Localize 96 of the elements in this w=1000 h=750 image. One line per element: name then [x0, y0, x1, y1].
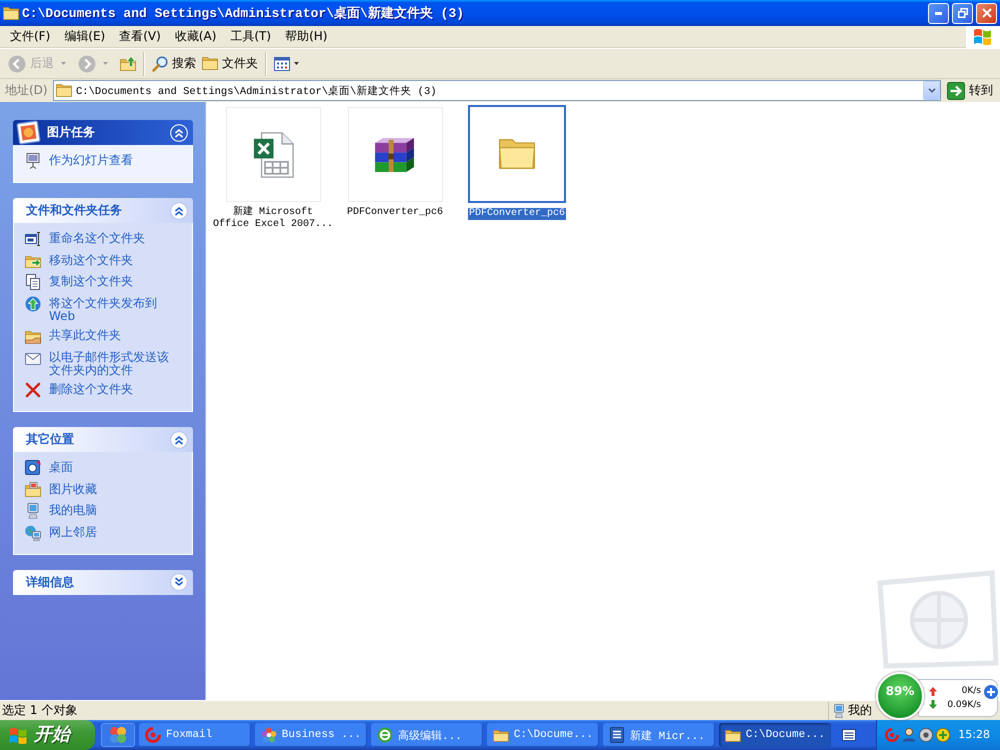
task-link[interactable]: 我的电脑 [25, 504, 184, 519]
task-link[interactable]: 移动这个文件夹 [25, 254, 184, 268]
document-icon [609, 727, 625, 743]
window-cursor-icon [25, 231, 41, 247]
minimize-button[interactable] [928, 2, 949, 24]
go-button[interactable]: 转到 [945, 82, 998, 100]
computer-icon [25, 503, 41, 519]
arrow-right-icon [947, 82, 965, 100]
task-link[interactable]: 网上邻居 [25, 526, 184, 540]
documents-icon [25, 274, 41, 290]
section-header[interactable]: 其它位置 [13, 427, 193, 452]
four-circle-icon [109, 726, 127, 744]
close-button[interactable] [976, 2, 997, 24]
file-thumbnail[interactable] [468, 105, 566, 203]
computer-icon [832, 704, 846, 718]
taskbar-button[interactable]: Business ... [255, 723, 367, 747]
folder-icon [56, 84, 72, 97]
task-link[interactable]: 共享此文件夹 [25, 329, 184, 344]
chevron-down-icon [928, 88, 936, 93]
restore-button[interactable] [952, 2, 973, 24]
restore-icon [958, 8, 968, 18]
collapse-icon [170, 202, 188, 220]
flag-icon [8, 726, 28, 744]
download-speed-text: 0.09K/s [947, 700, 981, 710]
window-list-icon[interactable] [842, 729, 856, 741]
cross-icon [25, 382, 41, 398]
person-icon[interactable] [902, 728, 916, 742]
desktop-icon [25, 460, 41, 476]
menu-item[interactable]: 帮助(H) [278, 26, 334, 47]
status-text: 选定 1 个对象 [2, 703, 78, 718]
task-link[interactable]: 以电子邮件形式发送该文件夹内的文件 [25, 350, 184, 376]
task-link[interactable]: 重命名这个文件夹 [25, 232, 184, 247]
taskbar-button[interactable]: C:\Docume... [487, 723, 599, 747]
swirl-icon [145, 727, 161, 743]
expand-icon [170, 573, 188, 591]
menu-item[interactable]: 文件(F) [3, 26, 58, 47]
clock: 15:28 [958, 728, 991, 742]
search-icon [152, 56, 168, 72]
file-name[interactable]: 新建 Microsoft Office Excel 2007... [211, 207, 335, 231]
address-label: 地址(D) [5, 83, 49, 98]
collapse-icon [170, 430, 188, 448]
network-computer-icon [25, 524, 41, 540]
stacked-books-icon [374, 136, 416, 172]
up-folder-button[interactable] [117, 54, 139, 74]
taskbar-button[interactable]: C:\Docume... [719, 723, 831, 747]
file-name[interactable]: PDFConverter_pc6 [468, 208, 566, 220]
file-name[interactable]: PDFConverter_pc6 [346, 207, 444, 219]
folder-icon [202, 56, 218, 70]
start-button[interactable]: 开始 [0, 720, 95, 750]
folder-icon [725, 727, 741, 743]
upload-speed-text: 0K/s [962, 686, 981, 696]
menu-item[interactable]: 收藏(A) [168, 26, 224, 47]
forward-icon [78, 54, 96, 72]
disc-icon[interactable] [919, 728, 933, 742]
section-header[interactable]: 图片任务 [13, 120, 193, 145]
plus-circle-icon[interactable] [936, 728, 950, 742]
task-link[interactable]: 将这个文件夹发布到 Web [25, 296, 184, 322]
window-title: C:\Documents and Settings\Administrator\桌面\新建文件夹 (3) [22, 4, 466, 22]
ring-icon [377, 727, 393, 743]
spreadsheet-file-icon [252, 132, 294, 178]
section-header[interactable]: 文件和文件夹任务 [13, 198, 193, 223]
task-link[interactable]: 删除这个文件夹 [25, 383, 184, 398]
menu-item[interactable]: 编辑(E) [57, 26, 112, 47]
address-field[interactable]: C:\Documents and Settings\Administrator\桌面\新建文件夹 (3) [53, 80, 941, 101]
search-button[interactable]: 搜索 [149, 54, 199, 74]
back-icon [8, 54, 26, 72]
collapse-icon [170, 124, 188, 142]
menu-item[interactable]: 工具(T) [223, 26, 278, 47]
minimize-icon [935, 12, 942, 14]
folder-icon [493, 727, 509, 743]
taskbar-button[interactable]: 高级编辑... [371, 723, 483, 747]
menu-item[interactable]: 查看(V) [112, 26, 168, 47]
folder-up-arrow-icon [120, 56, 136, 72]
projector-screen-icon [25, 153, 41, 169]
flower-icon [261, 727, 277, 743]
taskbar-button[interactable]: 新建 Micr... [603, 723, 715, 747]
picture-folder-icon [25, 482, 41, 498]
taskbar-button[interactable]: Foxmail [139, 723, 251, 747]
status-zone-text: 我的 [848, 703, 872, 718]
shared-folder-icon [25, 328, 41, 344]
task-link[interactable]: 作为幻灯片查看 [25, 154, 184, 169]
section-header[interactable]: 详细信息 [13, 570, 193, 594]
task-link[interactable]: 桌面 [25, 461, 184, 476]
up-arrow-icon [929, 686, 937, 696]
views-icon [274, 56, 290, 70]
views-button[interactable] [271, 54, 302, 72]
caret-icon[interactable] [294, 62, 299, 65]
close-icon [982, 8, 992, 18]
address-dropdown-button[interactable] [923, 81, 940, 100]
folder-icon [3, 6, 19, 20]
task-link[interactable]: 图片收藏 [25, 482, 184, 498]
folder-icon [498, 138, 536, 170]
task-link[interactable]: 复制这个文件夹 [25, 275, 184, 290]
down-arrow-icon [929, 700, 937, 710]
globe-arrow-icon [25, 296, 41, 312]
folders-button[interactable]: 文件夹 [199, 54, 261, 73]
